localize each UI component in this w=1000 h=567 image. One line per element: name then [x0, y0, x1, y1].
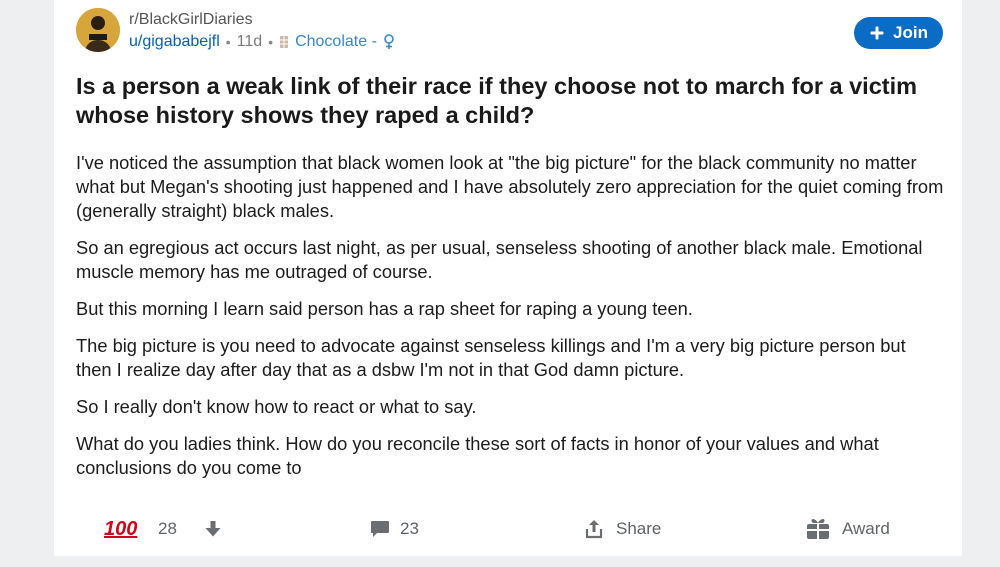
- post-paragraph: So I really don't know how to react or w…: [76, 396, 477, 417]
- plus-icon: [870, 26, 884, 40]
- username-link[interactable]: u/gigababejfl: [129, 33, 220, 51]
- hundred-points-icon: 100: [104, 517, 138, 540]
- join-button[interactable]: Join: [854, 17, 943, 49]
- post-paragraph: I've noticed the assumption that black w…: [76, 152, 944, 221]
- post-title[interactable]: Is a person a weak link of their race if…: [76, 72, 936, 130]
- chocolate-flair-icon: [280, 36, 289, 48]
- share-button[interactable]: Share: [584, 510, 661, 548]
- vote-score: 28: [158, 519, 177, 538]
- award-icon: [807, 519, 829, 539]
- action-bar: 100 28 23 Share Award: [54, 510, 962, 548]
- share-icon: [585, 520, 603, 539]
- join-label: Join: [893, 23, 928, 42]
- post-paragraph: What do you ladies think. How do you rec…: [76, 433, 879, 478]
- subreddit-name[interactable]: r/BlackGirlDiaries: [129, 11, 253, 29]
- post-paragraph: But this morning I learn said person has…: [76, 298, 693, 319]
- post-paragraph: So an egregious act occurs last night, a…: [76, 237, 923, 282]
- post-card: r/BlackGirlDiaries u/gigababejfl • 11d •…: [54, 0, 962, 556]
- award-label: Award: [842, 519, 890, 538]
- post-body: I've noticed the assumption that black w…: [76, 151, 946, 493]
- comment-icon: [371, 521, 389, 537]
- user-flair: Chocolate -: [295, 33, 377, 50]
- downvote-button[interactable]: [204, 510, 222, 548]
- separator-dot: •: [268, 34, 274, 50]
- post-meta: u/gigababejfl • 11d • Chocolate -: [129, 33, 395, 51]
- upvote-button[interactable]: 100: [104, 510, 137, 548]
- avatar-image: [76, 8, 120, 52]
- female-sign-icon: [384, 34, 394, 49]
- award-button[interactable]: Award: [806, 510, 890, 548]
- avatar[interactable]: [76, 8, 120, 52]
- comment-count: 23: [400, 519, 419, 538]
- downvote-icon: [205, 521, 221, 537]
- post-paragraph: The big picture is you need to advocate …: [76, 335, 906, 380]
- share-label: Share: [616, 519, 662, 538]
- comments-button[interactable]: 23: [370, 510, 419, 548]
- separator-dot: •: [225, 34, 231, 50]
- post-age: 11d: [236, 33, 263, 50]
